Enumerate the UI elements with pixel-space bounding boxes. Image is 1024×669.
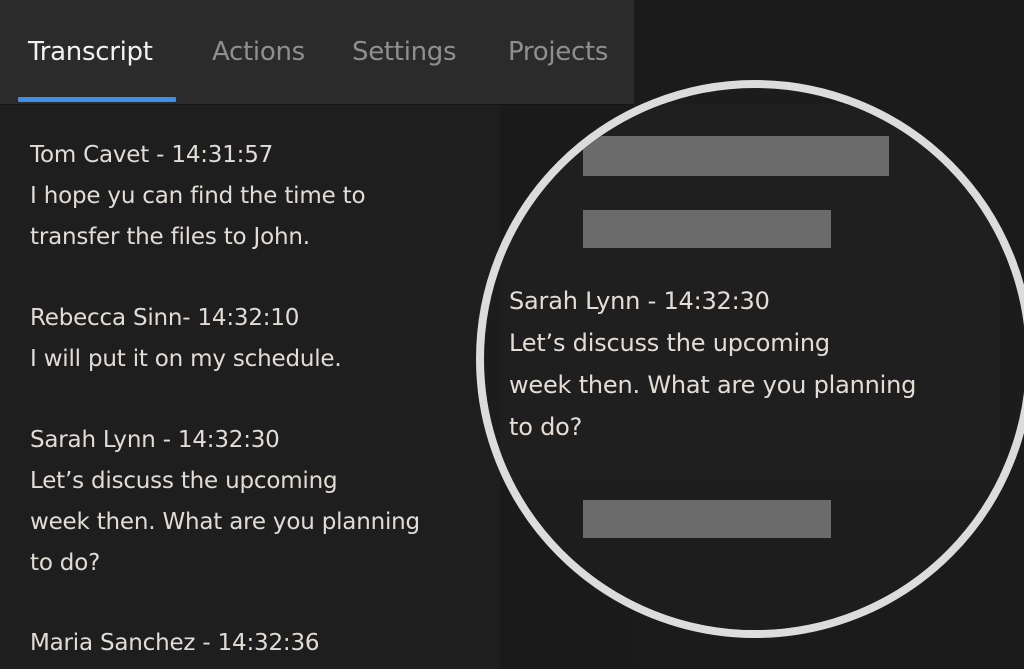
- entry-text-line: to do?: [509, 413, 583, 441]
- entry-header: Sarah Lynn - 14:32:30: [30, 427, 280, 453]
- redacted-text-block: [583, 210, 831, 248]
- magnified-entry: Sarah Lynn - 14:32:30 Let’s discuss the …: [509, 280, 916, 448]
- tab-transcript[interactable]: Transcript: [28, 34, 153, 70]
- transcript-entry: Tom Cavet - 14:31:57 I hope yu can find …: [30, 135, 366, 258]
- entry-text-line: to do?: [30, 550, 101, 576]
- entry-header: Sarah Lynn - 14:32:30: [509, 287, 770, 315]
- redacted-text-block: [583, 500, 831, 538]
- entry-text-line: Let’s discuss the upcoming: [30, 468, 338, 494]
- entry-header: Maria Sanchez - 14:32:36: [30, 630, 320, 656]
- tab-actions[interactable]: Actions: [212, 34, 305, 70]
- magnified-view: e to Sarah Lynn - 14:32:30 Let’s discuss…: [484, 88, 1024, 630]
- tab-settings[interactable]: Settings: [352, 34, 457, 70]
- entry-text-line: week then. What are you planning: [30, 509, 420, 535]
- entry-text-line: week then. What are you planning: [509, 371, 917, 399]
- transcript-entry: Sarah Lynn - 14:32:30 Let’s discuss the …: [30, 420, 420, 584]
- magnifier-callout: e to Sarah Lynn - 14:32:30 Let’s discuss…: [476, 80, 1024, 638]
- entry-header: Rebecca Sinn- 14:32:10: [30, 305, 300, 331]
- entry-text-line: Let’s discuss the upcoming: [509, 329, 830, 357]
- tab-projects[interactable]: Projects: [508, 34, 608, 70]
- entry-header: Tom Cavet - 14:31:57: [30, 142, 274, 168]
- redacted-text-block: [583, 136, 889, 176]
- entry-text-line: I will put it on my schedule.: [30, 346, 342, 372]
- active-tab-indicator: [18, 97, 176, 102]
- entry-text-line: I hope yu can find the time to: [30, 183, 366, 209]
- entry-text-line: transfer the files to John.: [30, 224, 310, 250]
- transcript-entry: Rebecca Sinn- 14:32:10 I will put it on …: [30, 298, 342, 380]
